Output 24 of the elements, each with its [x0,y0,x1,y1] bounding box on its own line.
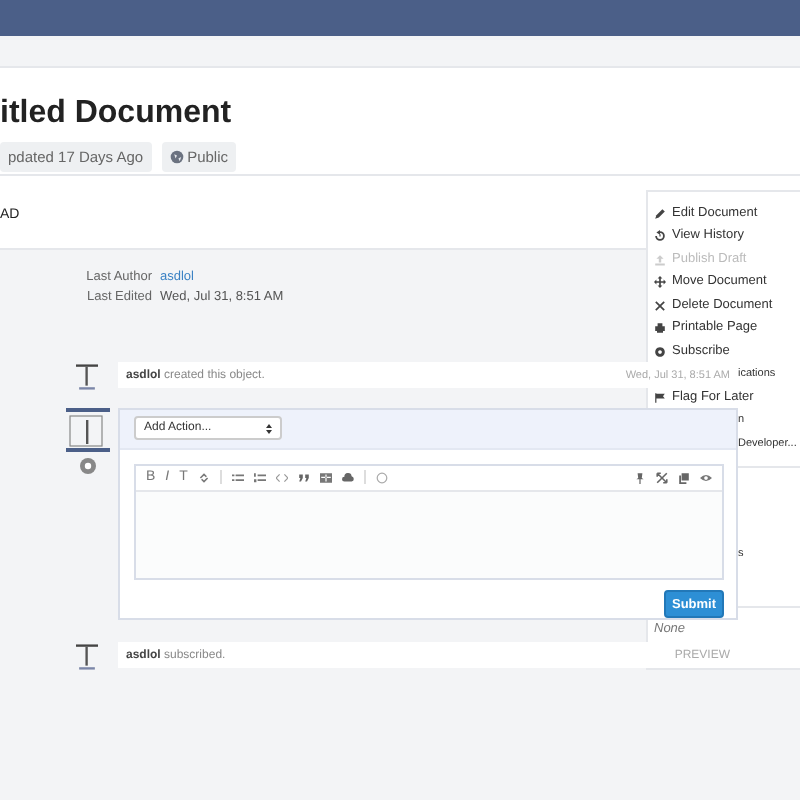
quote-icon[interactable] [297,471,310,484]
document-title: itled Document [0,94,234,134]
copy-icon[interactable] [678,471,690,484]
history-icon [654,230,666,243]
flag-icon [654,391,666,404]
printer-icon [654,322,666,335]
table-icon[interactable] [319,471,332,484]
list-icon[interactable] [231,471,244,484]
avatar-icon [66,408,110,452]
comment-field[interactable] [136,491,722,578]
settings-icon[interactable] [80,458,96,474]
cloud-upload-icon[interactable] [341,471,354,484]
pencil-icon [654,207,666,220]
eye-icon[interactable] [700,471,712,484]
code-icon[interactable] [275,471,288,484]
pin-icon[interactable] [634,471,646,484]
upload-icon [654,253,666,266]
numbered-list-icon[interactable] [253,471,266,484]
move-icon [654,276,666,289]
help-icon[interactable] [375,471,388,484]
globe-icon [169,150,184,164]
caret-icon [266,423,272,434]
x-icon [654,299,666,312]
fullscreen-icon[interactable] [656,471,668,484]
